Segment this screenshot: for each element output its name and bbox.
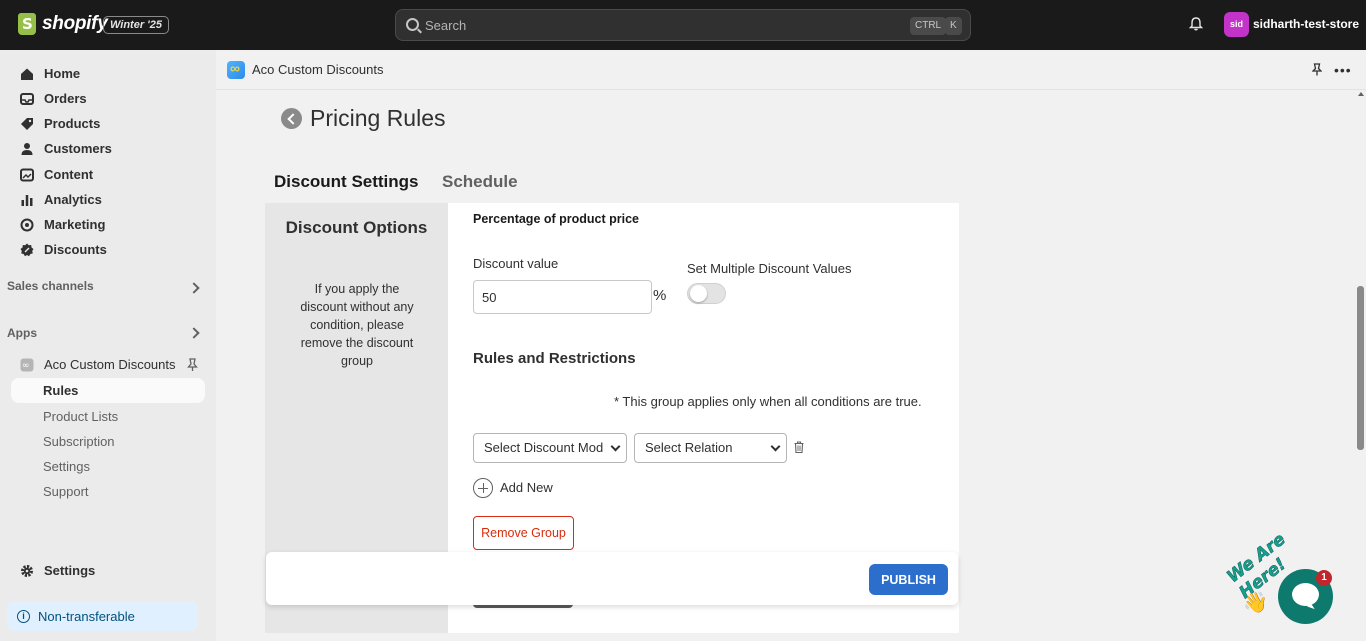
sidebar-item-marketing[interactable]: Marketing <box>11 212 205 237</box>
chevron-down-icon <box>610 441 621 452</box>
store-avatar[interactable]: sid <box>1224 12 1249 37</box>
target-icon <box>20 218 34 231</box>
kbd-ctrl: CTRL <box>910 17 947 35</box>
sidebar-item-label: Home <box>44 66 81 81</box>
info-icon: i <box>17 610 30 623</box>
sidebar-item-label: Rules <box>43 383 79 398</box>
brand-name: shopify <box>42 13 108 34</box>
back-button[interactable] <box>281 108 302 129</box>
sidebar-item-rules[interactable]: Rules <box>11 378 205 403</box>
inbox-icon <box>20 92 34 105</box>
percentage-label: Percentage of product price <box>473 212 640 226</box>
sidebar-item-analytics[interactable]: Analytics <box>11 187 205 212</box>
discount-value-label: Discount value <box>473 256 559 271</box>
rules-note: * This group applies only when all condi… <box>614 394 922 409</box>
chevron-down-icon <box>770 441 781 452</box>
store-name[interactable]: sidharth-test-store <box>1253 17 1359 31</box>
waving-hand-icon: 👋 <box>1243 592 1268 614</box>
pin-icon[interactable] <box>187 358 198 372</box>
multiple-values-toggle[interactable] <box>687 283 726 304</box>
sidebar-item-label: Marketing <box>44 217 106 232</box>
sidebar-item-settings[interactable]: Settings <box>11 558 205 583</box>
discount-mode-value: Select Discount Mod <box>484 440 604 455</box>
sidebar-item-aco-app[interactable]: ∞ Aco Custom Discounts <box>11 352 205 377</box>
scroll-up-arrow[interactable] <box>1358 92 1364 96</box>
sidebar-item-discounts[interactable]: Discounts <box>11 237 205 262</box>
shopify-bag-icon <box>18 13 36 35</box>
app-header: Aco Custom Discounts ••• <box>216 50 1366 90</box>
edition-badge: Winter '25 <box>103 16 170 34</box>
sidebar-item-customers[interactable]: Customers <box>11 136 205 161</box>
rules-restrictions-title: Rules and Restrictions <box>473 350 636 367</box>
trash-icon[interactable] <box>794 441 804 453</box>
tab-discount-settings[interactable]: Discount Settings <box>274 172 419 192</box>
person-icon <box>21 142 33 155</box>
sales-channels-heading[interactable]: Sales channels <box>7 279 94 293</box>
sidebar-item-products[interactable]: Products <box>11 111 205 136</box>
add-new-button[interactable]: Add New <box>500 480 553 495</box>
non-transferable-label: Non-transferable <box>38 609 135 624</box>
relation-select[interactable]: Select Relation <box>634 433 787 463</box>
sidebar-item-content[interactable]: Content <box>11 162 205 187</box>
pin-icon[interactable] <box>1312 63 1322 76</box>
more-options-icon[interactable]: ••• <box>1334 63 1352 77</box>
bar-chart-icon <box>21 194 33 206</box>
multiple-values-label: Set Multiple Discount Values <box>687 261 852 276</box>
page-title: Pricing Rules <box>310 105 446 131</box>
publish-button[interactable]: PUBLISH <box>869 564 948 595</box>
sidebar-item-label: Aco Custom Discounts <box>44 357 176 372</box>
discount-options-description: If you apply the discount without any co… <box>300 282 414 368</box>
sidebar-item-subscription[interactable]: Subscription <box>43 434 115 449</box>
remove-group-button[interactable]: Remove Group <box>473 516 574 550</box>
home-icon <box>21 68 33 80</box>
discount-mode-select[interactable]: Select Discount Mod <box>473 433 627 463</box>
app-title: Aco Custom Discounts <box>252 62 384 77</box>
discount-options-title: Discount Options <box>285 218 428 237</box>
sidebar-item-label: Discounts <box>44 242 107 257</box>
sidebar-item-support[interactable]: Support <box>43 484 89 499</box>
app-icon: ∞ <box>20 358 34 371</box>
save-bar <box>266 552 958 605</box>
tab-schedule[interactable]: Schedule <box>442 172 518 192</box>
search-input[interactable]: Search CTRL K <box>395 9 971 41</box>
add-icon[interactable] <box>473 478 493 498</box>
sidebar-item-label: Content <box>44 167 94 182</box>
sidebar-item-product-lists[interactable]: Product Lists <box>43 409 118 424</box>
apps-heading[interactable]: Apps <box>7 326 37 340</box>
svg-text:∞: ∞ <box>22 361 30 371</box>
percent-sign: % <box>653 287 667 304</box>
discount-value-input[interactable] <box>473 280 652 314</box>
image-icon <box>20 168 34 181</box>
chat-unread-badge: 1 <box>1316 570 1332 586</box>
sidebar-item-label: Settings <box>44 563 96 578</box>
app-logo-icon <box>227 60 245 79</box>
shopify-logo[interactable]: shopify <box>18 13 108 35</box>
sidebar-item-label: Orders <box>44 91 87 106</box>
sidebar-item-label: Analytics <box>44 192 102 207</box>
search-icon <box>406 18 419 31</box>
kbd-k: K <box>945 17 962 35</box>
tag-icon <box>21 117 33 130</box>
search-placeholder: Search <box>425 18 467 33</box>
sidebar-item-label: Customers <box>44 141 112 156</box>
bell-icon[interactable] <box>1189 17 1203 31</box>
relation-value: Select Relation <box>645 440 733 455</box>
sidebar-item-label: Products <box>44 116 101 131</box>
sidebar-item-app-settings[interactable]: Settings <box>43 459 90 474</box>
gear-icon <box>21 564 33 577</box>
sidebar-item-home[interactable]: Home <box>11 61 205 86</box>
sidebar-item-orders[interactable]: Orders <box>11 86 205 111</box>
top-bar: shopify Winter '25 Search CTRL K sid sid… <box>0 0 1366 50</box>
non-transferable-banner[interactable]: i Non-transferable <box>7 601 198 631</box>
scrollbar-thumb[interactable] <box>1357 286 1364 450</box>
discount-icon <box>20 243 34 256</box>
